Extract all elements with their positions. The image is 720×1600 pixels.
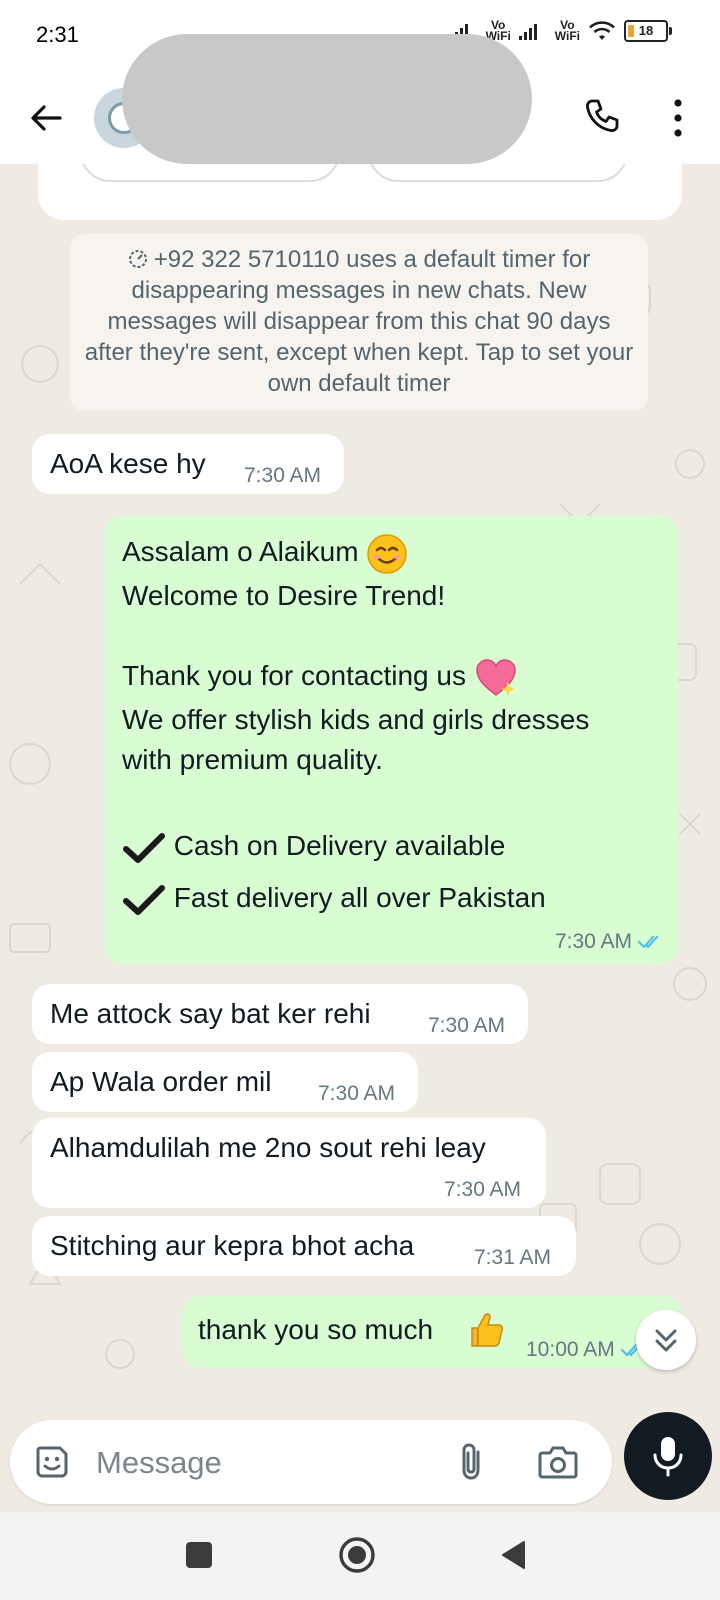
message-input-box[interactable] xyxy=(10,1420,612,1504)
info-card-button[interactable] xyxy=(80,164,340,182)
disappearing-messages-notice[interactable]: +92 322 5710110 uses a default timer for… xyxy=(70,234,648,411)
message-text: Stitching aur kepra bhot acha xyxy=(50,1230,415,1261)
message-text: Me attock say bat ker rehi xyxy=(50,998,371,1029)
notice-text: +92 322 5710110 uses a default timer for… xyxy=(84,246,634,397)
message-incoming[interactable]: AoA kese hy 7:30 AM xyxy=(32,434,344,494)
message-text: Cash on Delivery available xyxy=(173,830,506,861)
message-time: 7:30 AM xyxy=(318,1082,396,1105)
double-chevron-down-icon xyxy=(655,1329,677,1352)
system-navigation-bar xyxy=(0,1512,720,1600)
sticker-icon[interactable] xyxy=(32,1442,72,1482)
message-incoming[interactable]: Alhamdulilah me 2no sout rehi leay 7:30 … xyxy=(32,1118,546,1208)
arrow-left-icon[interactable] xyxy=(26,98,66,138)
wifi-icon xyxy=(589,21,615,40)
smiling-face-emoji-icon xyxy=(367,533,408,574)
message-text: Alhamdulilah me 2no sout rehi leay xyxy=(50,1132,486,1163)
paperclip-icon[interactable] xyxy=(452,1440,492,1484)
message-incoming[interactable]: Me attock say bat ker rehi 7:30 AM xyxy=(32,984,528,1044)
back-triangle-button[interactable] xyxy=(500,1540,526,1570)
message-incoming[interactable]: Ap Wala order mil 7:30 AM xyxy=(32,1052,418,1112)
message-text: Thank you for contacting us xyxy=(122,660,466,691)
message-text: Fast delivery all over Pakistan xyxy=(173,882,546,913)
message-text: Ap Wala order mil xyxy=(50,1066,272,1097)
thumbs-up-emoji-icon xyxy=(471,1313,504,1347)
message-input[interactable] xyxy=(94,1440,438,1486)
double-check-read-icon xyxy=(638,935,659,949)
message-text: AoA kese hy xyxy=(50,448,206,479)
message-composer xyxy=(0,1412,720,1512)
check-mark-icon xyxy=(123,832,165,863)
chat-header xyxy=(0,34,720,164)
message-time: 7:30 AM xyxy=(244,464,322,487)
voice-message-button[interactable] xyxy=(624,1412,712,1500)
timer-icon xyxy=(128,250,147,268)
home-button[interactable] xyxy=(338,1536,376,1574)
contact-info-card xyxy=(38,164,682,220)
message-time: 7:31 AM xyxy=(474,1246,552,1269)
scroll-to-bottom-button[interactable] xyxy=(636,1310,696,1370)
sparkling-heart-emoji-icon xyxy=(476,658,516,696)
message-outgoing[interactable]: Assalam o Alaikum Welcome to Desire Tren… xyxy=(104,516,678,964)
vowifi-label: Vo WiFi xyxy=(554,18,580,43)
battery-icon: 18 xyxy=(624,20,672,42)
recents-button[interactable] xyxy=(186,1542,212,1568)
message-text: with premium quality. xyxy=(122,744,383,775)
message-time: 7:30 AM xyxy=(444,1178,522,1201)
message-outgoing[interactable]: thank you so much 10:00 AM xyxy=(182,1296,682,1368)
message-time: 7:30 AM xyxy=(555,930,664,954)
message-incoming[interactable]: Stitching aur kepra bhot acha 7:31 AM xyxy=(32,1216,576,1276)
message-time: 10:00 AM xyxy=(526,1338,647,1362)
status-time: 2:31 xyxy=(36,22,79,47)
message-text: thank you so much xyxy=(198,1314,434,1345)
signal-icon xyxy=(518,22,547,40)
more-vertical-icon[interactable] xyxy=(668,96,688,140)
camera-icon[interactable] xyxy=(536,1440,580,1484)
chat-area[interactable]: +92 322 5710110 uses a default timer for… xyxy=(0,164,720,1414)
message-text: We offer stylish kids and girls dresses xyxy=(122,704,590,735)
phone-icon[interactable] xyxy=(582,96,622,136)
microphone-icon xyxy=(653,1437,683,1477)
check-mark-icon xyxy=(123,884,165,915)
message-time: 7:30 AM xyxy=(428,1014,506,1037)
message-text: Welcome to Desire Trend! xyxy=(122,580,446,611)
info-card-button[interactable] xyxy=(368,164,628,182)
redacted-contact-name xyxy=(122,34,532,164)
message-text: Assalam o Alaikum xyxy=(122,536,359,567)
